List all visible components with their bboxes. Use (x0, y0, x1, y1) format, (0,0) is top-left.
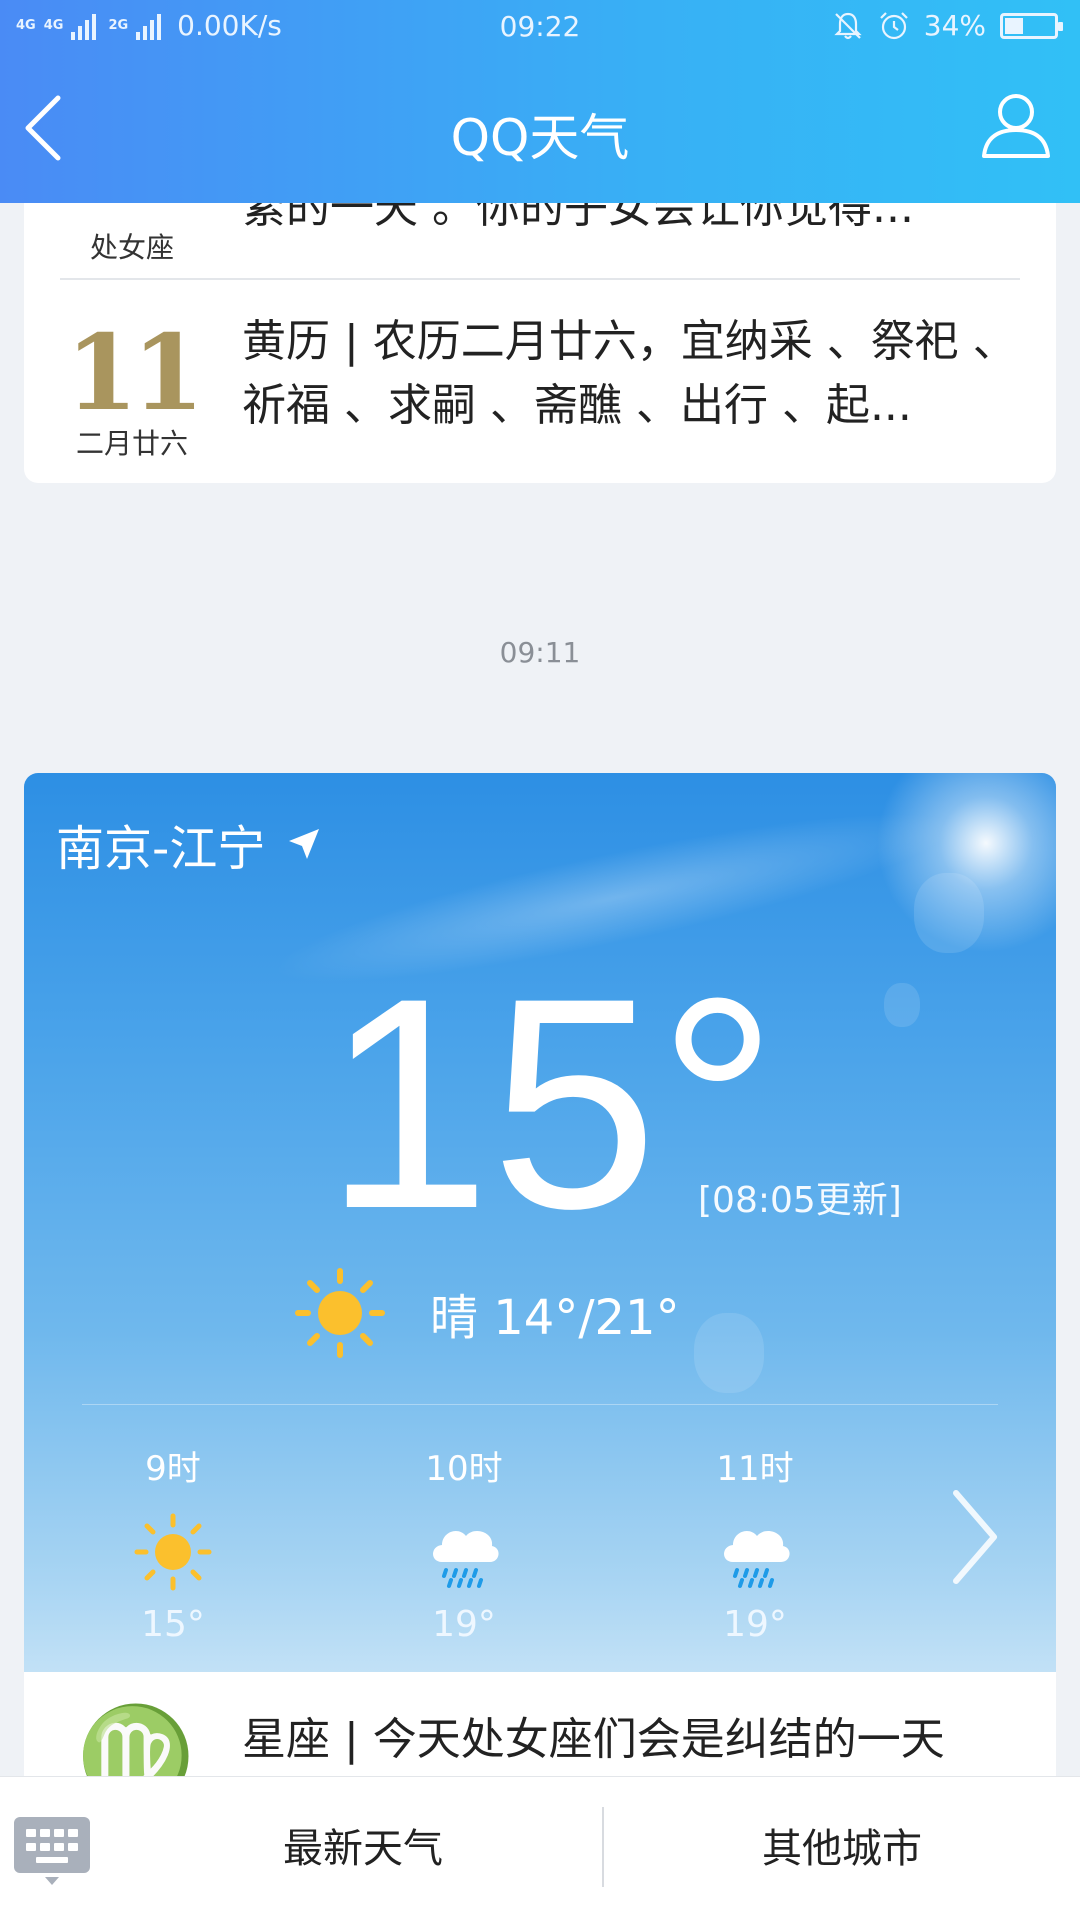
sun-glare (876, 773, 1056, 953)
battery-percent: 34% (923, 9, 986, 42)
mute-bell-icon (834, 12, 862, 39)
hourly-item: 11时 19° (655, 1441, 855, 1645)
weather-card[interactable]: 南京-江宁 15° [08:05更新] 晴 14°/21° 9时 15° 10时… (24, 773, 1056, 1673)
alarm-icon (879, 11, 908, 39)
hour-label: 10时 (425, 1449, 503, 1489)
user-icon[interactable] (980, 90, 1052, 162)
today-summary: 晴 14°/21° (294, 1267, 680, 1359)
message-timestamp: 09:11 (499, 636, 581, 669)
hour-label: 11时 (716, 1449, 794, 1489)
almanac-text: 黄历 | 农历二月廿六，宜纳采 、祭祀 、祈福 、求嗣 、斋醮 、出行 、起..… (242, 316, 1017, 431)
sun-icon (134, 1513, 212, 1591)
keyboard-icon[interactable] (14, 1817, 90, 1873)
today-condition: 晴 14°/21° (430, 1290, 680, 1346)
location-arrow-icon (289, 829, 320, 859)
battery-icon (1000, 12, 1063, 39)
status-icons: 34% (832, 9, 1063, 42)
hourly-item: 9时 15° (73, 1441, 273, 1645)
bottom-menu-bar: 最新天气 其他城市 (0, 1776, 1080, 1920)
update-time: [08:05更新] (698, 1180, 902, 1221)
zodiac-caption: 处女座 (89, 231, 174, 264)
hour-label: 9时 (145, 1449, 201, 1489)
almanac-lunar-date: 二月廿六 (75, 427, 188, 460)
horoscope-text: 星座 | 今天处女座们会是纠结的一天 (242, 1714, 945, 1765)
app-header: 4G 4G 2G 0.00K/s 09:22 34% QQ天气 (0, 0, 1080, 203)
hour-temperature: 19° (432, 1604, 496, 1645)
almanac-row[interactable]: 11 二月廿六 黄历 | 农历二月廿六，宜纳采 、祭祀 、祈福 、求嗣 、斋醮 … (24, 280, 1056, 483)
almanac-badge: 11 二月廿六 (62, 311, 205, 462)
hour-temperature: 15° (141, 1604, 205, 1645)
rain-cloud-icon (433, 1530, 499, 1588)
lens-flare (884, 983, 920, 1027)
location-name: 南京-江宁 (56, 821, 266, 877)
hourly-item: 10时 19° (364, 1441, 564, 1645)
lens-flare (694, 1313, 764, 1393)
rain-cloud-icon (724, 1530, 790, 1588)
status-bar: 4G 4G 2G 0.00K/s 09:22 34% (0, 0, 1080, 56)
weather-location[interactable]: 南京-江宁 (56, 809, 321, 879)
battery-level (1005, 17, 1023, 34)
qq-weather-page: 4G 4G 2G 0.00K/s 09:22 34% QQ天气 处女座 紧的一天… (0, 0, 1080, 1920)
page-title: QQ天气 (450, 109, 630, 167)
other-cities-tab[interactable]: 其他城市 (604, 1777, 1080, 1920)
sun-icon (295, 1268, 385, 1358)
almanac-day: 11 (65, 311, 205, 434)
hour-temperature: 19° (723, 1604, 787, 1645)
chevron-right-icon[interactable] (944, 1487, 1004, 1587)
hourly-divider (82, 1404, 998, 1405)
keyboard-caret-icon (45, 1877, 59, 1885)
latest-weather-tab[interactable]: 最新天气 (124, 1777, 602, 1920)
news-card: 处女座 紧的一天 。你的子女会让你觉得... 11 二月廿六 黄历 | 农历二月… (24, 160, 1056, 483)
